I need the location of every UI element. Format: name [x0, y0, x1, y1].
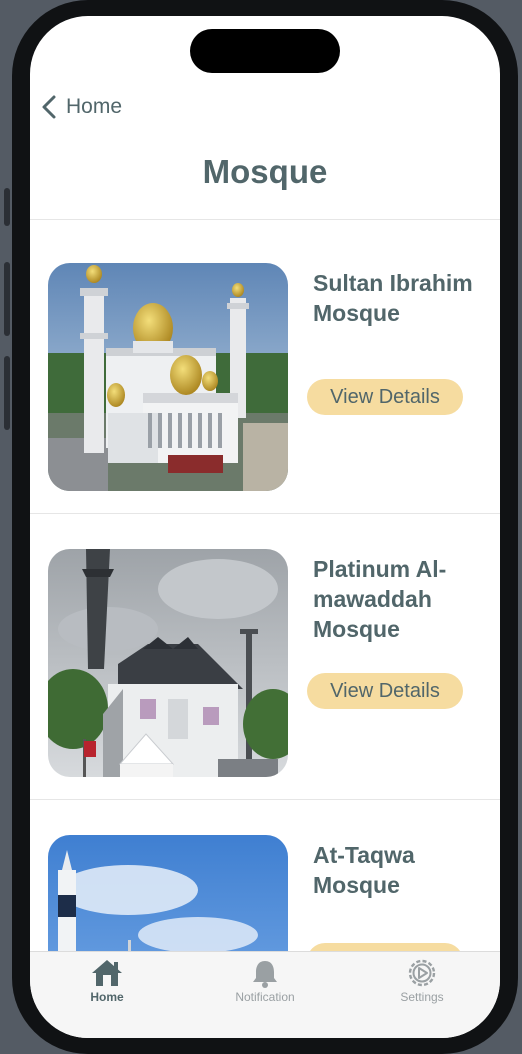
- dynamic-island: [190, 29, 340, 73]
- list-item[interactable]: At-Taqwa Mosque View Details: [30, 800, 500, 952]
- mosque-list[interactable]: Sultan Ibrahim Mosque View Details Plati…: [30, 228, 500, 952]
- home-icon: [92, 960, 122, 986]
- mosque-name: Sultan Ibrahim Mosque: [313, 270, 473, 326]
- tab-settings[interactable]: Settings: [362, 952, 482, 1012]
- chevron-left-icon: [42, 95, 56, 119]
- tab-home[interactable]: Home: [47, 952, 167, 1012]
- tab-notification[interactable]: Notification: [205, 952, 325, 1012]
- back-label: Home: [66, 95, 123, 118]
- mosque-name: At-Taqwa Mosque: [313, 842, 415, 898]
- page-title: Mosque: [202, 153, 328, 190]
- list-item[interactable]: Platinum Al-mawaddah Mosque View Details: [30, 514, 500, 800]
- app-screen: Home Mosque Sultan Ibrahim Mosque View D…: [30, 16, 500, 1038]
- volume-down-button: [4, 356, 10, 430]
- list-item[interactable]: Sultan Ibrahim Mosque View Details: [30, 228, 500, 514]
- volume-up-button: [4, 262, 10, 336]
- tab-label: Notification: [235, 990, 295, 1004]
- mosque-photo: [48, 263, 288, 491]
- tab-label: Settings: [400, 990, 444, 1004]
- mosque-name: Platinum Al-mawaddah Mosque: [313, 556, 447, 642]
- tab-bar: Home Notification Settings: [30, 951, 500, 1038]
- header-divider: [30, 219, 500, 220]
- view-details-button[interactable]: View Details: [307, 379, 463, 415]
- mosque-photo: [48, 835, 288, 952]
- mosque-photo: [48, 549, 288, 777]
- bell-icon: [253, 961, 277, 988]
- view-details-button[interactable]: View Details: [307, 673, 463, 709]
- back-button[interactable]: Home: [40, 94, 122, 120]
- silent-switch: [4, 188, 10, 226]
- tab-label: Home: [90, 990, 124, 1004]
- gear-icon: [408, 959, 436, 987]
